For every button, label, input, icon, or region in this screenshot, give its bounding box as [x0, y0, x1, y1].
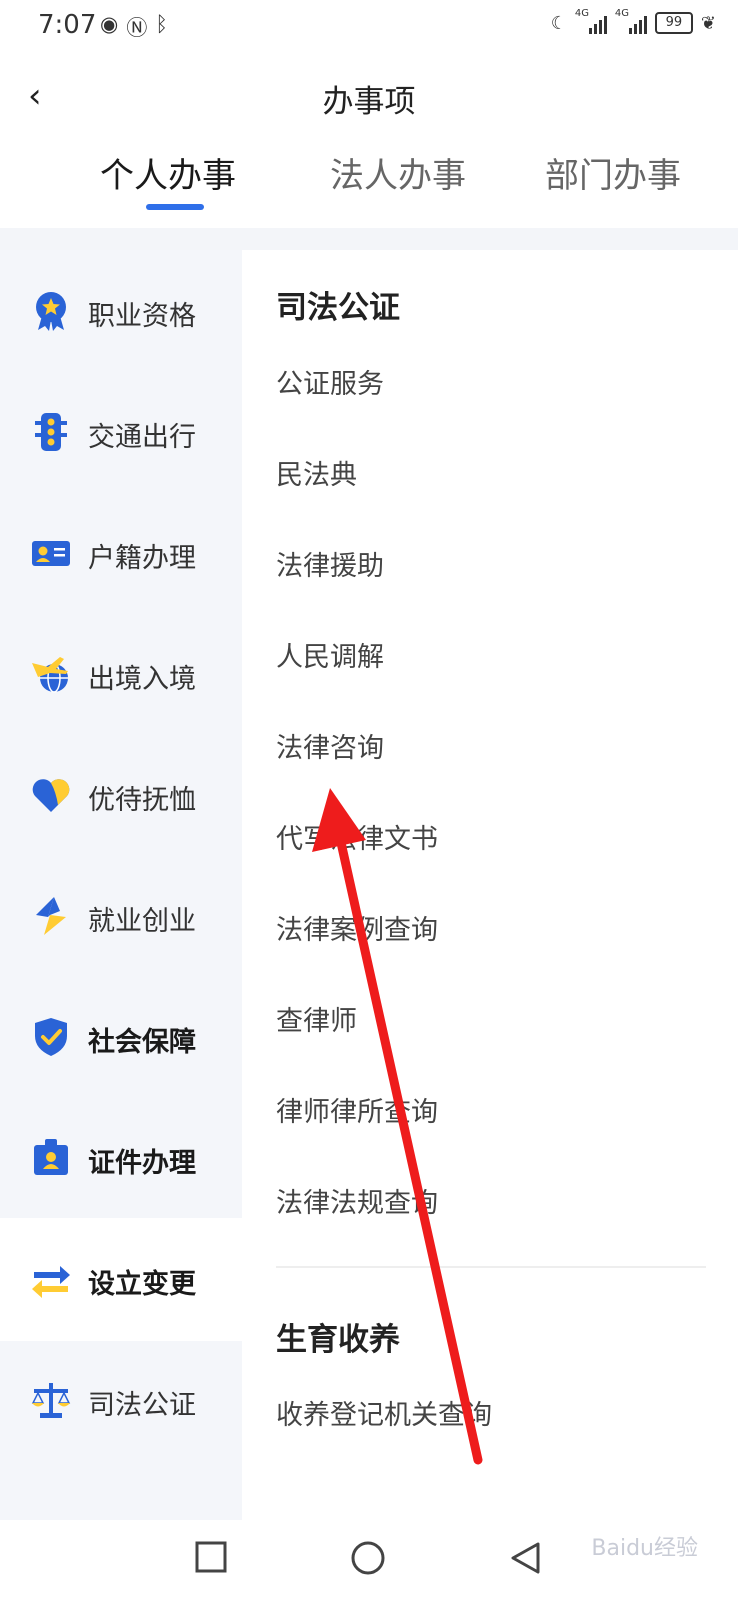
bluetooth-icon: ᛒ: [155, 12, 168, 36]
divider: [0, 228, 738, 250]
sidebar-item-label: 户籍办理: [88, 543, 196, 574]
sidebar-item-household[interactable]: 户籍办理: [0, 492, 242, 615]
sidebar-item-employment[interactable]: 就业创业: [0, 855, 242, 978]
sidebar-item-label: 优待抚恤: [88, 785, 196, 816]
nfc-icon: Ⓝ: [126, 16, 148, 40]
sidebar-item-label: 职业资格: [88, 301, 196, 332]
list-item[interactable]: 人民调解: [276, 635, 384, 674]
sidebar-item-label: 证件办理: [88, 1148, 196, 1179]
battery-icon: 99: [654, 12, 693, 34]
status-time: 7:07: [38, 10, 97, 40]
list-item[interactable]: 收养登记机关查询: [276, 1393, 492, 1432]
section-divider: [276, 1266, 706, 1268]
sidebar-item-judicial[interactable]: 司法公证: [0, 1339, 242, 1462]
shield-check-icon: [35, 1018, 67, 1056]
plane-globe-icon: [32, 657, 68, 693]
list-item[interactable]: 法律援助: [276, 544, 384, 583]
sidebar-item-label: 就业创业: [88, 906, 196, 937]
sidebar-item-social-security[interactable]: 社会保障: [0, 976, 242, 1099]
signal-icon: 4G: [575, 8, 607, 34]
category-sidebar: 职业资格 交通出行 户籍办理 出境入境 优待抚恤 就业创业 社会保障 证件办理 …: [0, 250, 242, 1520]
service-list: 司法公证 公证服务 民法典 法律援助 人民调解 法律咨询 代写法律文书 法律案例…: [242, 250, 738, 1520]
list-item[interactable]: 法律案例查询: [276, 908, 438, 947]
swap-arrows-icon: [32, 1266, 70, 1298]
sidebar-item-label: 设立变更: [88, 1269, 196, 1300]
traffic-light-icon: [35, 413, 67, 451]
sidebar-item-certificates[interactable]: 证件办理: [0, 1097, 242, 1220]
list-item[interactable]: 法律法规查询: [276, 1181, 438, 1220]
list-item[interactable]: 查律师: [276, 999, 357, 1038]
list-item[interactable]: 代写法律文书: [276, 817, 438, 856]
sidebar-item-label: 出境入境: [88, 664, 196, 695]
heart-icon: [32, 779, 70, 812]
medal-icon: [36, 292, 66, 331]
list-item[interactable]: 律师律所查询: [276, 1090, 438, 1129]
sidebar-item-label: 交通出行: [88, 422, 196, 453]
scales-icon: [31, 1383, 71, 1418]
sidebar-item-exit-entry[interactable]: 出境入境: [0, 613, 242, 736]
sidebar-item-preferential[interactable]: 优待抚恤: [0, 734, 242, 857]
home-circle-icon[interactable]: [350, 1540, 386, 1576]
back-triangle-icon[interactable]: [508, 1540, 542, 1576]
sidebar-item-establishment[interactable]: 设立变更: [0, 1218, 242, 1341]
id-card-icon: [32, 541, 70, 566]
sidebar-item-label: 社会保障: [88, 1027, 196, 1058]
sidebar-item-traffic[interactable]: 交通出行: [0, 371, 242, 494]
tab-indicator: [146, 204, 204, 210]
list-item[interactable]: 民法典: [276, 453, 357, 492]
tab-legal-person[interactable]: 法人办事: [330, 148, 466, 197]
tab-personal[interactable]: 个人办事: [100, 148, 236, 197]
recents-square-icon[interactable]: [194, 1540, 228, 1574]
list-item[interactable]: 法律咨询: [276, 726, 384, 765]
list-item[interactable]: 公证服务: [276, 362, 384, 401]
tab-department[interactable]: 部门办事: [545, 148, 681, 197]
tab-bar: 个人办事 法人办事 部门办事: [0, 148, 738, 208]
section-title: 生育收养: [276, 1322, 400, 1358]
section-title: 司法公证: [276, 290, 400, 326]
lightning-icon: [36, 897, 66, 935]
page-title: 办事项: [322, 84, 416, 120]
watermark: Baidu经验: [591, 1536, 698, 1561]
badge-icon: [34, 1139, 68, 1175]
status-bar: 7:07 ◉ Ⓝ ᛒ ☾ 4G 4G 99 ❦: [0, 0, 738, 52]
eye-icon: ◉: [100, 12, 119, 36]
moon-icon: ☾: [550, 12, 567, 34]
sidebar-item-career[interactable]: 职业资格: [0, 250, 242, 373]
leaf-icon: ❦: [700, 12, 716, 34]
sidebar-item-label: 司法公证: [88, 1390, 196, 1421]
signal-icon: 4G: [615, 8, 647, 34]
